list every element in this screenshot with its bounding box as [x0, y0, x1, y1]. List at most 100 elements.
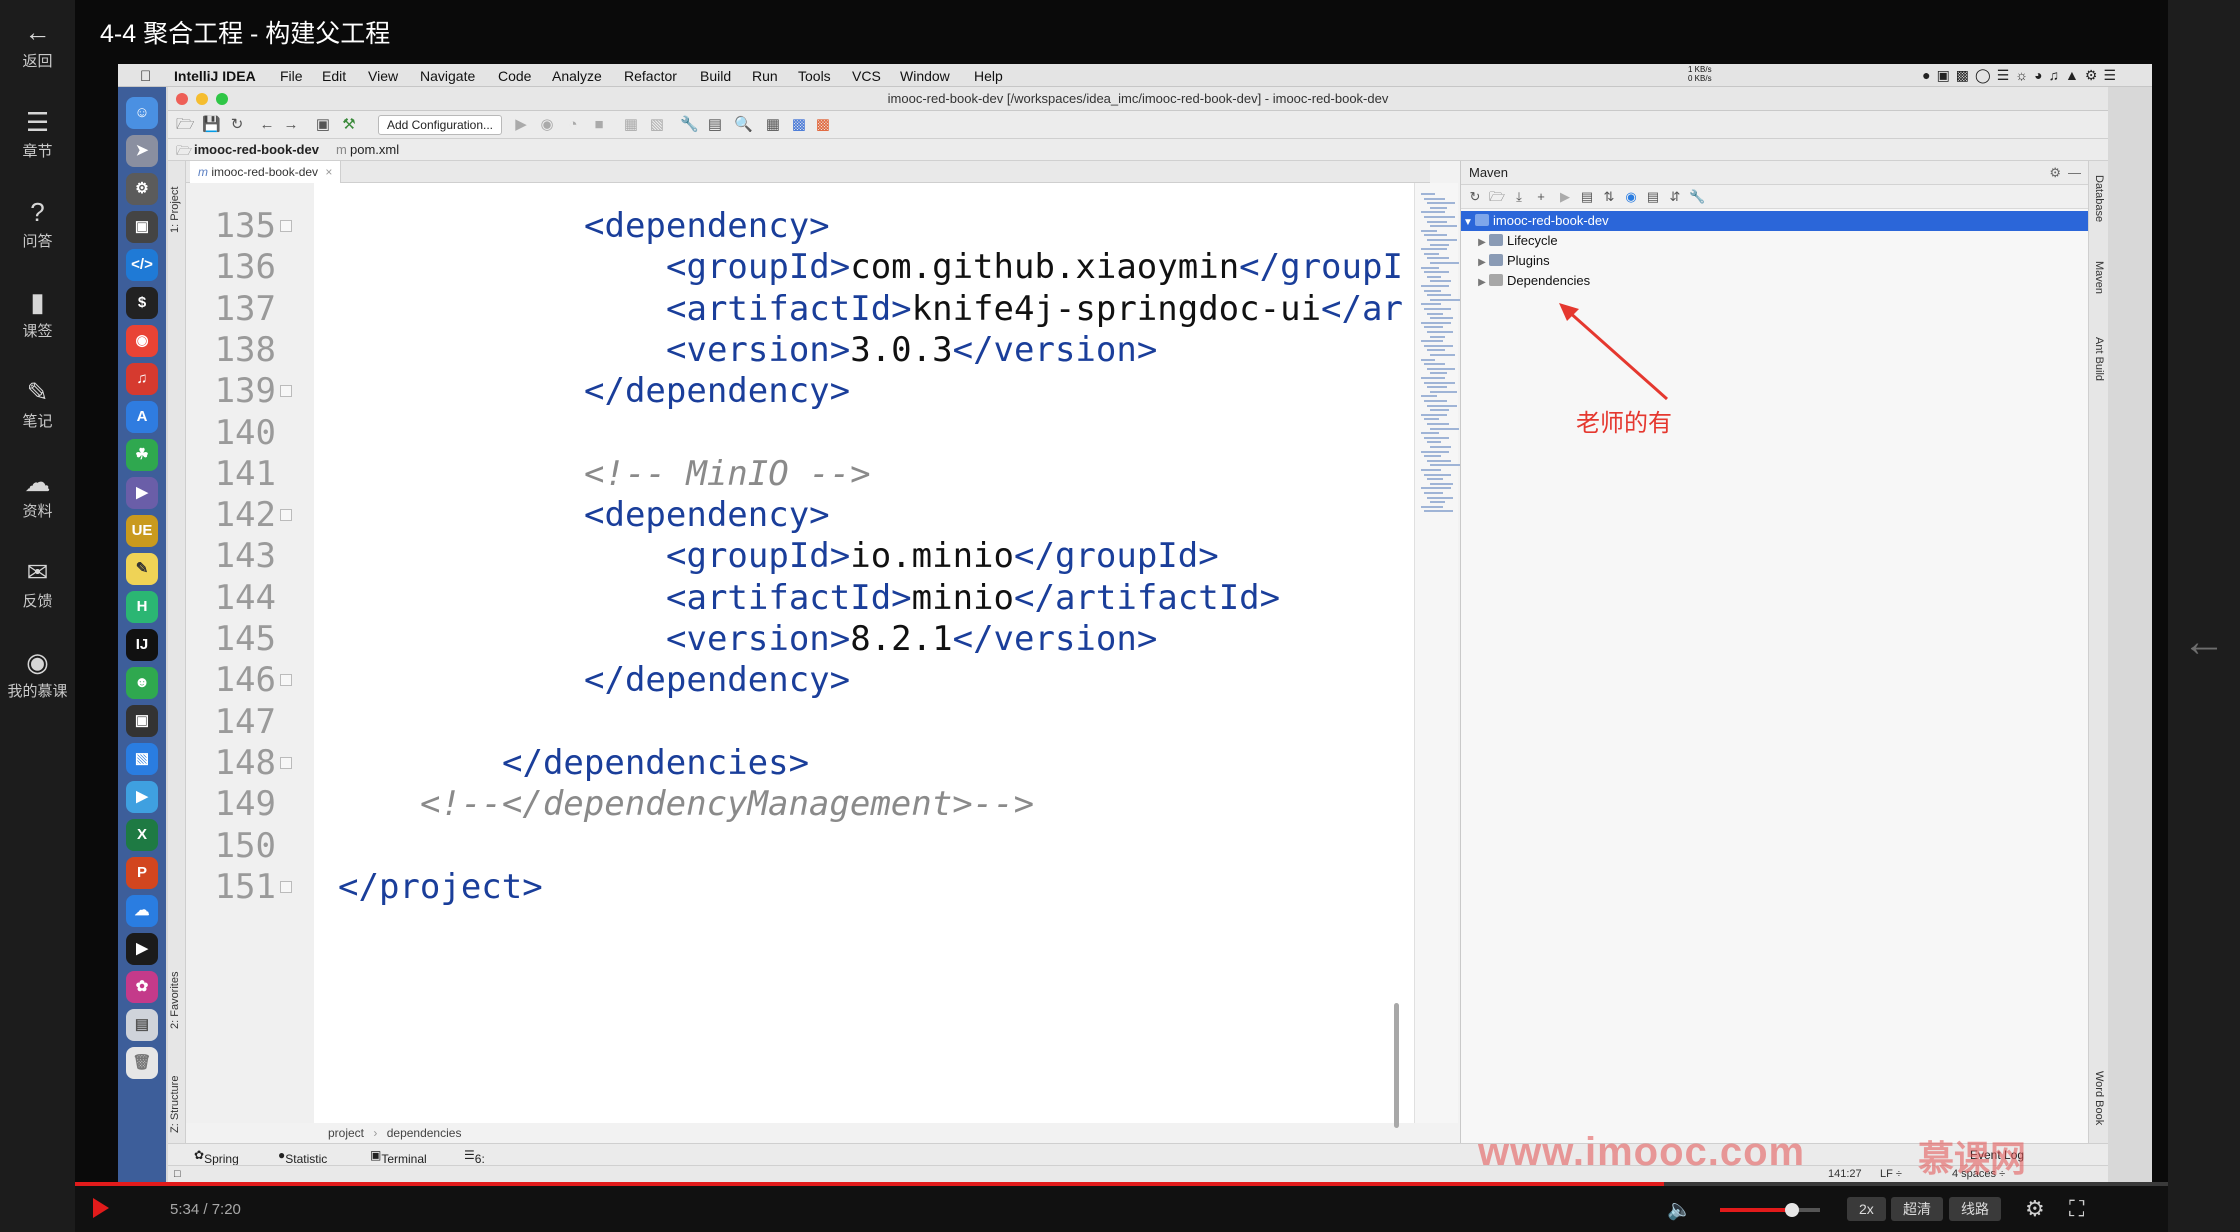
crumb-project[interactable]: project — [328, 1126, 364, 1140]
zoom-window-icon[interactable] — [216, 93, 228, 105]
rail-item-7[interactable]: ◉ 我的慕课 — [0, 648, 75, 701]
menu-code[interactable]: Code — [498, 68, 531, 84]
screenshot-app-icon[interactable]: ▣ — [126, 211, 158, 243]
menu-run[interactable]: Run — [752, 68, 778, 84]
run-goal-icon[interactable]: ▶ — [1557, 189, 1573, 205]
menu-refactor[interactable]: Refactor — [624, 68, 677, 84]
menu-build[interactable]: Build — [700, 68, 731, 84]
video-frame[interactable]:  IntelliJ IDEA File Edit View Navigate … — [118, 64, 2152, 1182]
fold-marker-icon[interactable] — [280, 385, 292, 398]
menu-app-name[interactable]: IntelliJ IDEA — [174, 68, 256, 84]
code-line[interactable]: <!--</dependencyManagement>--> — [420, 784, 1034, 825]
speed-button[interactable]: 2x — [1847, 1197, 1886, 1221]
code-line[interactable]: <groupId>io.minio</groupId> — [666, 536, 1219, 577]
quicktime-icon[interactable]: ▶ — [126, 933, 158, 965]
add-configuration-button[interactable]: Add Configuration... — [378, 115, 502, 135]
code-line[interactable]: <groupId>com.github.xiaoymin</groupI — [666, 247, 1403, 288]
ultraedit-icon[interactable]: UE — [126, 515, 158, 547]
close-window-icon[interactable] — [176, 93, 188, 105]
back-icon[interactable]: ← — [258, 116, 276, 134]
documents-folder-icon[interactable]: ▤ — [126, 1009, 158, 1041]
database-tool-tab[interactable]: Database — [2093, 175, 2105, 222]
run-icon[interactable]: ▶ — [512, 116, 530, 134]
word-book-tool-tab[interactable]: Word Book — [2093, 1071, 2105, 1125]
minimize-panel-icon[interactable]: — — [2068, 161, 2081, 185]
maven-tool-tab[interactable]: Maven — [2093, 261, 2105, 294]
fold-marker-icon[interactable] — [280, 756, 292, 769]
menu-file[interactable]: File — [280, 68, 303, 84]
code-line[interactable]: <dependency> — [584, 495, 830, 536]
maven-tree-lifecycle[interactable]: ▶ Lifecycle — [1475, 231, 1557, 251]
open-folder-icon[interactable]: 🗁 — [176, 116, 195, 134]
line-separator[interactable]: LF ÷ — [1880, 1168, 1902, 1180]
terminal-icon[interactable]: $ — [126, 287, 158, 319]
volume-icon[interactable]: 🔈 — [1667, 1197, 1692, 1222]
route-button[interactable]: 线路 — [1949, 1197, 2001, 1221]
maven-tree-dependencies[interactable]: ▶ Dependencies — [1475, 271, 1590, 291]
minimize-window-icon[interactable] — [196, 93, 208, 105]
project-tool-tab[interactable]: 1: Project — [169, 187, 181, 233]
sdk-icon[interactable]: ▧ — [648, 116, 666, 134]
wechat-icon[interactable]: ☻ — [126, 667, 158, 699]
launchpad-icon[interactable]: ➤ — [126, 135, 158, 167]
skip-tests-icon[interactable]: ◉ — [1623, 189, 1639, 205]
forward-icon[interactable]: → — [282, 116, 300, 134]
close-tab-icon[interactable]: × — [325, 165, 332, 179]
code-line[interactable]: <dependency> — [584, 206, 830, 247]
expand-panel-arrow-icon[interactable]: ← — [2180, 618, 2228, 666]
rail-item-4[interactable]: ✎ 笔记 — [0, 378, 75, 431]
volume-slider-handle[interactable] — [1785, 1203, 1799, 1217]
wrench-icon[interactable]: 🔧 — [680, 116, 699, 134]
lifecycle-icon[interactable]: ▤ — [1579, 189, 1595, 205]
module-settings-icon[interactable]: ▤ — [706, 116, 724, 134]
code-line[interactable]: <artifactId>knife4j-springdoc-ui</ar — [666, 289, 1403, 330]
fold-marker-icon[interactable] — [280, 674, 292, 687]
coverage-icon[interactable]: ◔ — [564, 116, 582, 134]
intellij-icon[interactable]: IJ — [126, 629, 158, 661]
toggle-offline-icon[interactable]: ⇅ — [1601, 189, 1617, 205]
system-preferences-icon[interactable]: ⚙ — [126, 173, 158, 205]
rail-item-1[interactable]: ☰ 章节 — [0, 108, 75, 161]
stop-icon[interactable]: ■ — [590, 116, 608, 134]
caret-position[interactable]: 141:27 — [1828, 1168, 1862, 1180]
excel-icon[interactable]: X — [126, 819, 158, 851]
show-dependencies-icon[interactable]: ▤ — [1645, 189, 1661, 205]
ant-build-tool-tab[interactable]: Ant Build — [2093, 337, 2105, 381]
menu-window[interactable]: Window — [900, 68, 950, 84]
translate-icon[interactable]: ▩ — [790, 116, 808, 134]
sync-icon[interactable]: ↻ — [228, 116, 246, 134]
chrome-icon[interactable]: ◉ — [126, 325, 158, 357]
generate-sources-icon[interactable]: 🗁 — [1489, 189, 1505, 205]
structure-tool-tab[interactable]: Z: Structure — [169, 1076, 181, 1133]
vscode-icon[interactable]: </> — [126, 249, 158, 281]
code-line[interactable]: </dependencies> — [502, 743, 809, 784]
sequel-icon[interactable]: ▧ — [126, 743, 158, 775]
spring-tool-tab[interactable]: ✿ Spring — [194, 1148, 239, 1166]
quality-button[interactable]: 超清 — [1891, 1197, 1943, 1221]
favorites-tool-tab[interactable]: 2: Favorites — [169, 972, 181, 1029]
menu-tools[interactable]: Tools — [798, 68, 831, 84]
project-structure-icon[interactable]: ▦ — [622, 116, 640, 134]
media-player-icon[interactable]: ▶ — [126, 781, 158, 813]
reload-icon[interactable]: ↻ — [1467, 189, 1483, 205]
vcs-icon[interactable]: ▦ — [764, 116, 782, 134]
app-store-icon[interactable]: A — [126, 401, 158, 433]
apple-icon[interactable]:  — [140, 68, 151, 85]
breadcrumb-file[interactable]: pom.xml — [350, 142, 399, 157]
menu-help[interactable]: Help — [974, 68, 1003, 84]
stickies-icon[interactable]: ✎ — [126, 553, 158, 585]
code-line[interactable]: <artifactId>minio</artifactId> — [666, 578, 1280, 619]
settings-gear-icon[interactable]: ⚙ — [2025, 1196, 2045, 1222]
menu-edit[interactable]: Edit — [322, 68, 346, 84]
play-icon[interactable] — [93, 1198, 109, 1218]
terminal-tool-tab[interactable]: ▣ Terminal — [370, 1148, 427, 1166]
maven-settings-icon[interactable]: 🔧 — [1689, 189, 1705, 205]
build-hammer-icon[interactable]: ⚒ — [340, 116, 358, 134]
rail-item-5[interactable]: ☁ 资料 — [0, 468, 75, 521]
crumb-dependencies[interactable]: dependencies — [387, 1126, 462, 1140]
code-line[interactable]: </dependency> — [584, 660, 850, 701]
plugin-icon[interactable]: ▩ — [814, 116, 832, 134]
rail-item-2[interactable]: ? 问答 — [0, 198, 75, 251]
finder-icon[interactable]: ☺ — [126, 97, 158, 129]
fold-marker-icon[interactable] — [280, 880, 292, 893]
